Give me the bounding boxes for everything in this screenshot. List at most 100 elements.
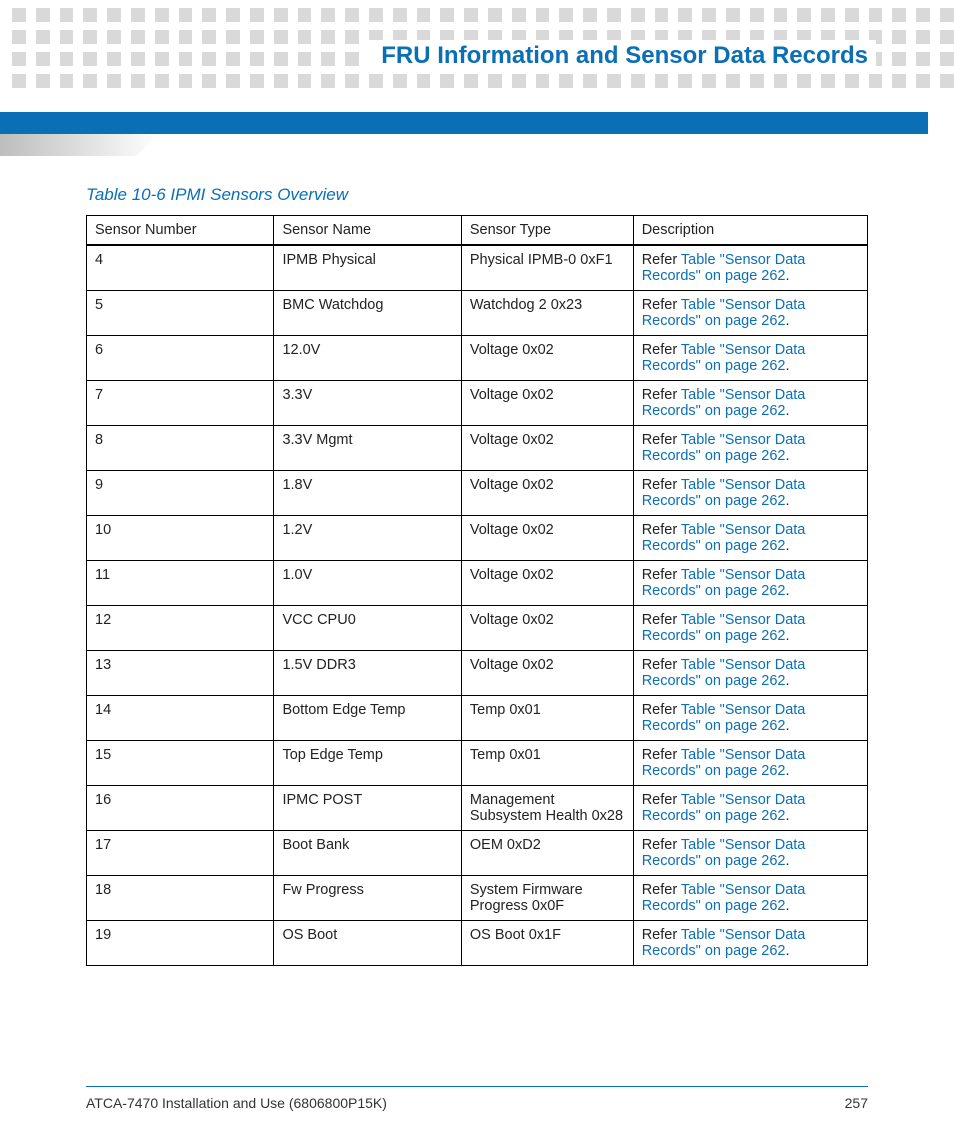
table-row: 18Fw ProgressSystem Firmware Progress 0x… bbox=[87, 876, 868, 921]
table-row: 73.3VVoltage 0x02Refer Table "Sensor Dat… bbox=[87, 381, 868, 426]
cell-sensor-name: Top Edge Temp bbox=[274, 741, 461, 786]
cell-sensor-type: OEM 0xD2 bbox=[461, 831, 633, 876]
cell-sensor-number: 19 bbox=[87, 921, 274, 966]
cell-description: Refer Table "Sensor Data Records" on pag… bbox=[633, 561, 867, 606]
cross-ref-link[interactable]: Table "Sensor Data Records" on page 262 bbox=[642, 882, 806, 914]
col-header: Sensor Number bbox=[87, 216, 274, 246]
cell-sensor-number: 16 bbox=[87, 786, 274, 831]
cross-ref-link[interactable]: Table "Sensor Data Records" on page 262 bbox=[642, 927, 806, 959]
table-row: 131.5V DDR3Voltage 0x02Refer Table "Sens… bbox=[87, 651, 868, 696]
sensors-table: Sensor Number Sensor Name Sensor Type De… bbox=[86, 215, 868, 966]
cell-description: Refer Table "Sensor Data Records" on pag… bbox=[633, 651, 867, 696]
cell-description: Refer Table "Sensor Data Records" on pag… bbox=[633, 336, 867, 381]
cross-ref-link[interactable]: Table "Sensor Data Records" on page 262 bbox=[642, 612, 806, 644]
cell-sensor-type: Voltage 0x02 bbox=[461, 471, 633, 516]
cell-sensor-type: Physical IPMB-0 0xF1 bbox=[461, 245, 633, 291]
cell-description: Refer Table "Sensor Data Records" on pag… bbox=[633, 876, 867, 921]
table-caption: Table 10-6 IPMI Sensors Overview bbox=[86, 185, 868, 205]
cell-sensor-name: VCC CPU0 bbox=[274, 606, 461, 651]
page-title: FRU Information and Sensor Data Records bbox=[381, 42, 868, 70]
cell-description: Refer Table "Sensor Data Records" on pag… bbox=[633, 741, 867, 786]
footer-doc-id: ATCA-7470 Installation and Use (6806800P… bbox=[86, 1095, 387, 1111]
cell-sensor-name: OS Boot bbox=[274, 921, 461, 966]
cell-description: Refer Table "Sensor Data Records" on pag… bbox=[633, 831, 867, 876]
table-row: 4IPMB PhysicalPhysical IPMB-0 0xF1Refer … bbox=[87, 245, 868, 291]
cell-description: Refer Table "Sensor Data Records" on pag… bbox=[633, 381, 867, 426]
cell-description: Refer Table "Sensor Data Records" on pag… bbox=[633, 606, 867, 651]
cell-sensor-type: Temp 0x01 bbox=[461, 741, 633, 786]
table-row: 12VCC CPU0Voltage 0x02Refer Table "Senso… bbox=[87, 606, 868, 651]
cell-sensor-name: 1.8V bbox=[274, 471, 461, 516]
cell-description: Refer Table "Sensor Data Records" on pag… bbox=[633, 245, 867, 291]
table-row: 111.0VVoltage 0x02Refer Table "Sensor Da… bbox=[87, 561, 868, 606]
cell-sensor-name: 3.3V bbox=[274, 381, 461, 426]
cell-sensor-number: 5 bbox=[87, 291, 274, 336]
header-blue-bar bbox=[0, 112, 928, 134]
cell-sensor-name: Boot Bank bbox=[274, 831, 461, 876]
cell-sensor-type: Voltage 0x02 bbox=[461, 561, 633, 606]
cell-sensor-number: 7 bbox=[87, 381, 274, 426]
cross-ref-link[interactable]: Table "Sensor Data Records" on page 262 bbox=[642, 432, 806, 464]
cell-sensor-name: BMC Watchdog bbox=[274, 291, 461, 336]
cell-description: Refer Table "Sensor Data Records" on pag… bbox=[633, 291, 867, 336]
cross-ref-link[interactable]: Table "Sensor Data Records" on page 262 bbox=[642, 297, 806, 329]
cross-ref-link[interactable]: Table "Sensor Data Records" on page 262 bbox=[642, 477, 806, 509]
cell-sensor-type: Voltage 0x02 bbox=[461, 336, 633, 381]
col-header: Description bbox=[633, 216, 867, 246]
cell-sensor-type: Voltage 0x02 bbox=[461, 426, 633, 471]
cell-sensor-type: Voltage 0x02 bbox=[461, 516, 633, 561]
cell-sensor-number: 14 bbox=[87, 696, 274, 741]
cell-sensor-type: Management Subsystem Health 0x28 bbox=[461, 786, 633, 831]
table-row: 15Top Edge TempTemp 0x01Refer Table "Sen… bbox=[87, 741, 868, 786]
col-header: Sensor Type bbox=[461, 216, 633, 246]
cell-sensor-name: Fw Progress bbox=[274, 876, 461, 921]
cell-sensor-name: IPMB Physical bbox=[274, 245, 461, 291]
table-row: 101.2VVoltage 0x02Refer Table "Sensor Da… bbox=[87, 516, 868, 561]
header-grey-wedge bbox=[0, 134, 160, 156]
cross-ref-link[interactable]: Table "Sensor Data Records" on page 262 bbox=[642, 342, 806, 374]
cross-ref-link[interactable]: Table "Sensor Data Records" on page 262 bbox=[642, 657, 806, 689]
cell-sensor-type: Temp 0x01 bbox=[461, 696, 633, 741]
table-row: 5BMC WatchdogWatchdog 2 0x23Refer Table … bbox=[87, 291, 868, 336]
cell-sensor-number: 18 bbox=[87, 876, 274, 921]
cell-description: Refer Table "Sensor Data Records" on pag… bbox=[633, 696, 867, 741]
cell-description: Refer Table "Sensor Data Records" on pag… bbox=[633, 786, 867, 831]
cell-sensor-number: 12 bbox=[87, 606, 274, 651]
cross-ref-link[interactable]: Table "Sensor Data Records" on page 262 bbox=[642, 387, 806, 419]
cell-description: Refer Table "Sensor Data Records" on pag… bbox=[633, 471, 867, 516]
cell-sensor-number: 10 bbox=[87, 516, 274, 561]
table-row: 19OS BootOS Boot 0x1FRefer Table "Sensor… bbox=[87, 921, 868, 966]
cell-sensor-name: Bottom Edge Temp bbox=[274, 696, 461, 741]
cross-ref-link[interactable]: Table "Sensor Data Records" on page 262 bbox=[642, 522, 806, 554]
cross-ref-link[interactable]: Table "Sensor Data Records" on page 262 bbox=[642, 747, 806, 779]
cross-ref-link[interactable]: Table "Sensor Data Records" on page 262 bbox=[642, 837, 806, 869]
table-header-row: Sensor Number Sensor Name Sensor Type De… bbox=[87, 216, 868, 246]
cell-sensor-name: 1.2V bbox=[274, 516, 461, 561]
cell-sensor-type: OS Boot 0x1F bbox=[461, 921, 633, 966]
cell-sensor-number: 11 bbox=[87, 561, 274, 606]
footer-page-number: 257 bbox=[845, 1095, 868, 1111]
page-footer: ATCA-7470 Installation and Use (6806800P… bbox=[86, 1086, 868, 1111]
cell-sensor-number: 4 bbox=[87, 245, 274, 291]
cell-sensor-type: Voltage 0x02 bbox=[461, 606, 633, 651]
cell-sensor-name: IPMC POST bbox=[274, 786, 461, 831]
cross-ref-link[interactable]: Table "Sensor Data Records" on page 262 bbox=[642, 567, 806, 599]
cross-ref-link[interactable]: Table "Sensor Data Records" on page 262 bbox=[642, 792, 806, 824]
table-row: 17Boot BankOEM 0xD2Refer Table "Sensor D… bbox=[87, 831, 868, 876]
cell-sensor-number: 8 bbox=[87, 426, 274, 471]
cross-ref-link[interactable]: Table "Sensor Data Records" on page 262 bbox=[642, 702, 806, 734]
table-row: 83.3V MgmtVoltage 0x02Refer Table "Senso… bbox=[87, 426, 868, 471]
table-row: 612.0VVoltage 0x02Refer Table "Sensor Da… bbox=[87, 336, 868, 381]
cross-ref-link[interactable]: Table "Sensor Data Records" on page 262 bbox=[642, 252, 806, 284]
cell-sensor-name: 1.5V DDR3 bbox=[274, 651, 461, 696]
cell-sensor-name: 12.0V bbox=[274, 336, 461, 381]
cell-sensor-name: 3.3V Mgmt bbox=[274, 426, 461, 471]
cell-sensor-number: 9 bbox=[87, 471, 274, 516]
cell-description: Refer Table "Sensor Data Records" on pag… bbox=[633, 921, 867, 966]
table-row: 14Bottom Edge TempTemp 0x01Refer Table "… bbox=[87, 696, 868, 741]
table-row: 16IPMC POSTManagement Subsystem Health 0… bbox=[87, 786, 868, 831]
table-row: 91.8VVoltage 0x02Refer Table "Sensor Dat… bbox=[87, 471, 868, 516]
cell-sensor-type: Voltage 0x02 bbox=[461, 651, 633, 696]
cell-sensor-number: 17 bbox=[87, 831, 274, 876]
page-header: FRU Information and Sensor Data Records bbox=[363, 40, 876, 74]
